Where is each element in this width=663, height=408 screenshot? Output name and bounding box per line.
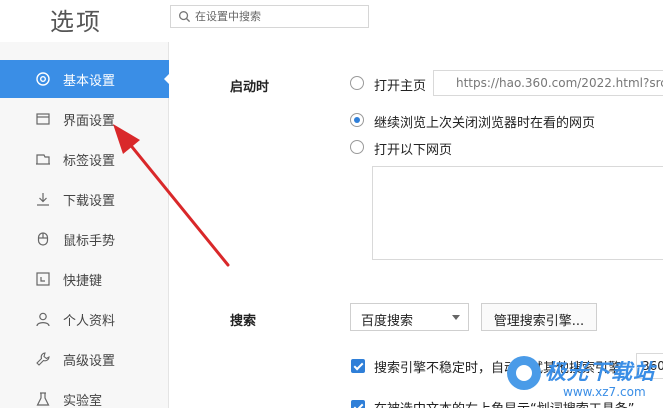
search-engine-select[interactable]: 百度搜索 xyxy=(350,303,469,331)
sidebar-item-label: 基本设置 xyxy=(63,73,116,89)
sidebar-item-label: 实验室 xyxy=(63,393,103,408)
homepage-url-field[interactable]: https://hao.360.com/2022.html?src= xyxy=(433,70,663,96)
gear-icon xyxy=(35,71,51,87)
radio-open-pages-label: 打开以下网页 xyxy=(374,143,453,158)
sidebar: 基本设置 界面设置 标签设置 下载设置 鼠标手势 快捷键 个人资料 高级设置 实… xyxy=(0,42,170,408)
sidebar-item-label: 鼠标手势 xyxy=(63,233,116,249)
sidebar-item-tab-settings[interactable]: 标签设置 xyxy=(0,140,168,178)
sidebar-item-advanced-settings[interactable]: 高级设置 xyxy=(0,340,168,378)
mouse-icon xyxy=(35,231,51,247)
sidebar-item-shortcuts[interactable]: 快捷键 xyxy=(0,260,168,298)
checkbox-selection-toolbar[interactable] xyxy=(351,400,365,408)
radio-continue-browsing-label: 继续浏览上次关闭浏览器时在看的网页 xyxy=(374,116,596,131)
watermark-url: www.xz7.com xyxy=(563,385,646,399)
sidebar-item-profile[interactable]: 个人资料 xyxy=(0,300,168,338)
chevron-down-icon xyxy=(452,315,460,320)
download-icon xyxy=(35,191,51,207)
startup-pages-textarea[interactable] xyxy=(372,166,663,260)
search-engine-value: 百度搜索 xyxy=(361,314,414,329)
sidebar-item-basic-settings[interactable]: 基本设置 xyxy=(0,60,170,98)
sidebar-item-interface-settings[interactable]: 界面设置 xyxy=(0,100,168,138)
sidebar-item-label: 下载设置 xyxy=(63,193,116,209)
radio-open-homepage[interactable] xyxy=(350,76,364,90)
checkbox-fallback-engine[interactable] xyxy=(351,359,365,373)
sidebar-item-mouse-gestures[interactable]: 鼠标手势 xyxy=(0,220,168,258)
watermark: 极光下载站 www.xz7.com xyxy=(505,352,663,408)
sidebar-item-label: 快捷键 xyxy=(63,273,103,289)
search-icon xyxy=(179,11,191,23)
sidebar-item-lab[interactable]: 实验室 xyxy=(0,380,168,408)
sidebar-item-label: 高级设置 xyxy=(63,353,116,369)
sidebar-item-label: 界面设置 xyxy=(63,113,116,129)
radio-open-pages[interactable] xyxy=(350,140,364,154)
sidebar-item-label: 标签设置 xyxy=(63,153,116,169)
tab-icon xyxy=(35,151,51,167)
sidebar-item-label: 个人资料 xyxy=(63,313,116,329)
search-input[interactable] xyxy=(195,8,365,25)
startup-label: 启动时 xyxy=(230,80,270,95)
window-icon xyxy=(35,111,51,127)
keyboard-icon xyxy=(35,271,51,287)
radio-continue-browsing[interactable] xyxy=(350,113,364,127)
person-icon xyxy=(35,311,51,327)
header: 选项 xyxy=(0,0,663,42)
watermark-brand: 极光下载站 xyxy=(545,360,655,384)
sidebar-item-download-settings[interactable]: 下载设置 xyxy=(0,180,168,218)
flask-icon xyxy=(35,391,51,407)
search-label: 搜索 xyxy=(230,314,257,329)
search-box[interactable] xyxy=(170,5,369,28)
watermark-logo-icon xyxy=(507,356,541,390)
wrench-icon xyxy=(35,351,51,367)
manage-search-engines-button[interactable]: 管理搜索引擎... xyxy=(481,303,597,331)
radio-open-homepage-label: 打开主页 xyxy=(374,79,427,94)
page-title: 选项 xyxy=(50,8,102,36)
